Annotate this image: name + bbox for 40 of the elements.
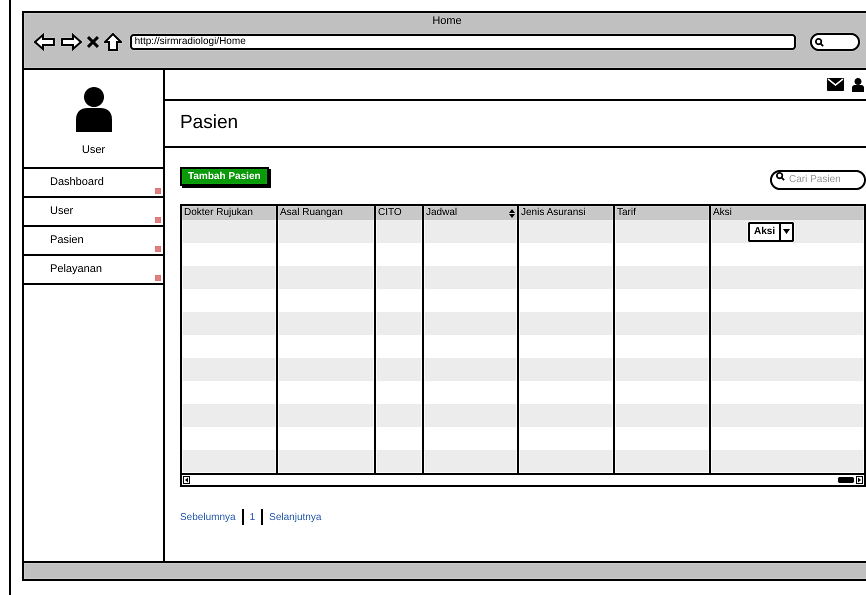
nav-item[interactable]: Pasien bbox=[24, 227, 163, 256]
column-header[interactable]: CITO bbox=[376, 206, 422, 220]
scrollbar-thumb[interactable] bbox=[838, 477, 854, 483]
column-header[interactable]: Jenis Asuransi bbox=[519, 206, 613, 220]
column-header[interactable]: Jadwal bbox=[424, 206, 517, 220]
nav-item[interactable]: User bbox=[24, 198, 163, 227]
column-header[interactable]: Aksi bbox=[711, 206, 864, 220]
link-icon bbox=[155, 275, 161, 281]
mail-icon[interactable] bbox=[827, 78, 844, 91]
back-icon[interactable] bbox=[34, 33, 56, 51]
previous-link[interactable]: Sebelumnya bbox=[180, 510, 236, 524]
user-icon[interactable] bbox=[852, 78, 864, 92]
caret-icon bbox=[783, 229, 790, 234]
action-dropdown[interactable]: Aksi bbox=[748, 222, 794, 242]
link-icon bbox=[155, 217, 161, 223]
close-icon[interactable] bbox=[86, 35, 100, 49]
patient-search-field[interactable]: Cari Pasien bbox=[770, 170, 866, 190]
scroll-right-icon[interactable] bbox=[856, 476, 863, 484]
window-title: Home bbox=[432, 16, 462, 27]
column-header[interactable]: Tarif bbox=[615, 206, 709, 220]
add-patient-button[interactable]: Tambah Pasien bbox=[180, 166, 269, 186]
search-field[interactable] bbox=[810, 33, 860, 51]
link-icon bbox=[155, 246, 161, 252]
link-icon bbox=[155, 188, 161, 194]
nav-item[interactable]: Pelayanan bbox=[24, 256, 163, 285]
search-icon bbox=[776, 172, 785, 181]
next-link[interactable]: Selanjutnya bbox=[269, 510, 322, 524]
page-title: Pasien bbox=[180, 111, 238, 136]
horizontal-scrollbar[interactable] bbox=[182, 473, 864, 485]
page-number[interactable]: 1 bbox=[250, 510, 256, 524]
column-header[interactable]: Asal Ruangan bbox=[278, 206, 374, 220]
user-label: User bbox=[82, 143, 106, 158]
sort-icon[interactable] bbox=[509, 208, 515, 218]
forward-icon[interactable] bbox=[60, 33, 82, 51]
address-field[interactable]: http://sirmradiologi/Home bbox=[130, 34, 796, 50]
scroll-left-icon[interactable] bbox=[183, 476, 190, 484]
search-icon bbox=[815, 38, 824, 46]
nav-item[interactable]: Dashboard bbox=[24, 169, 163, 198]
user-avatar-icon bbox=[74, 86, 114, 132]
column-header[interactable]: Dokter Rujukan bbox=[182, 206, 276, 220]
